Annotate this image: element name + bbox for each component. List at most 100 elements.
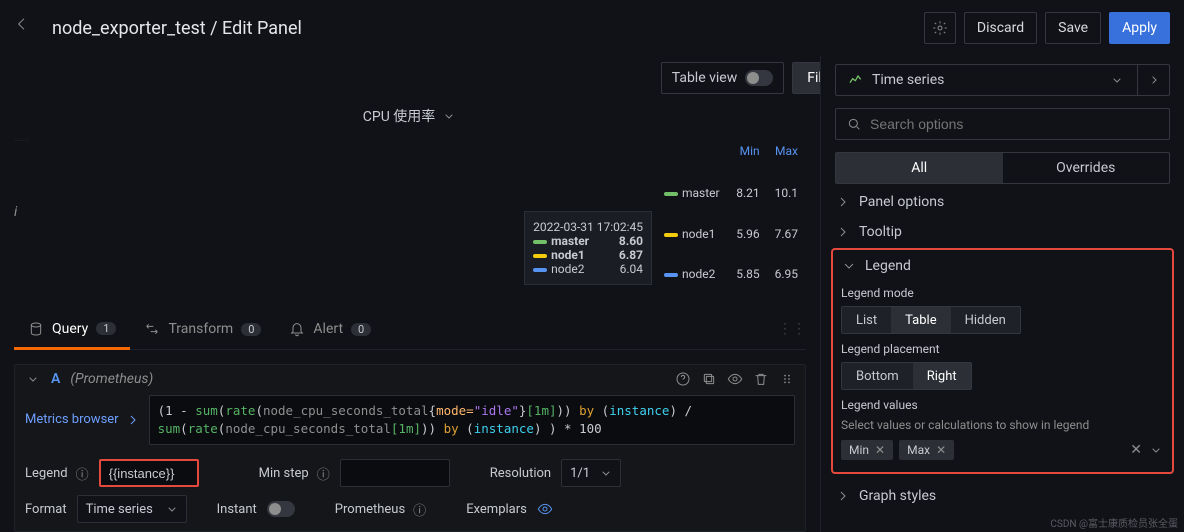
legend-values-select[interactable]: Min ✕ Max ✕ ✕ bbox=[841, 440, 1164, 460]
query-editor: A (Prometheus) Metrics browser (1 - sum(… bbox=[14, 364, 806, 532]
panel-settings-button[interactable] bbox=[924, 12, 956, 44]
breadcrumb: node_exporter_test / Edit Panel bbox=[52, 18, 302, 39]
resolution-field-label: Resolution bbox=[490, 466, 551, 481]
tab-transform[interactable]: Transform0 bbox=[130, 309, 275, 348]
section-tooltip[interactable]: Tooltip bbox=[821, 214, 1184, 244]
panel-resize-handle[interactable]: ⋮⋮ bbox=[778, 309, 806, 348]
svg-text:8: 8 bbox=[14, 139, 15, 140]
legend-placement-right[interactable]: Right bbox=[913, 363, 971, 389]
svg-text:17:00: 17:00 bbox=[26, 141, 28, 142]
legend-placement-label: Legend placement bbox=[841, 342, 1164, 356]
options-search-input[interactable] bbox=[870, 116, 1159, 132]
viz-name-label: Time series bbox=[872, 72, 944, 88]
section-graph-styles[interactable]: Graph styles bbox=[821, 478, 1184, 508]
table-view-label: Table view bbox=[672, 70, 738, 86]
help-icon[interactable] bbox=[675, 371, 691, 387]
instant-switch[interactable] bbox=[267, 501, 295, 517]
query-datasource: (Prometheus) bbox=[70, 371, 153, 387]
legend-col-min[interactable]: Min bbox=[729, 134, 765, 172]
chevron-down-icon[interactable] bbox=[441, 108, 457, 124]
chart-canvas[interactable]: 10 8 6 16:50 16:55 17:00 bbox=[14, 132, 656, 295]
legend-row[interactable]: node25.856.95 bbox=[658, 255, 804, 293]
tooltip-time: 2022-03-31 17:02:45 bbox=[533, 220, 643, 234]
minstep-field-label: Min stepⓘ bbox=[259, 464, 330, 483]
tab-alert[interactable]: Alert0 bbox=[275, 309, 385, 348]
trash-icon[interactable] bbox=[753, 371, 769, 387]
database-icon bbox=[28, 321, 44, 337]
overrides-tab[interactable]: Overrides bbox=[1003, 153, 1170, 183]
eye-icon[interactable] bbox=[537, 501, 553, 517]
eye-icon[interactable] bbox=[727, 371, 743, 387]
chart-legend-table: MinMax master8.2110.1 node15.967.67 node… bbox=[656, 132, 806, 295]
section-panel-options[interactable]: Panel options bbox=[821, 184, 1184, 214]
section-tooltip-label: Tooltip bbox=[859, 224, 902, 240]
drag-handle-icon[interactable] bbox=[779, 371, 795, 387]
legend-mode-list[interactable]: List bbox=[842, 307, 891, 333]
all-overrides-segment: All Overrides bbox=[835, 152, 1170, 184]
apply-button[interactable]: Apply bbox=[1109, 12, 1170, 44]
bottom-tabs: Query1 Transform0 Alert0 ⋮⋮ bbox=[14, 309, 806, 349]
tab-query[interactable]: Query1 bbox=[14, 310, 130, 349]
info-icon[interactable]: ⓘ bbox=[317, 464, 330, 483]
discard-button[interactable]: Discard bbox=[964, 12, 1037, 44]
legend-col-max[interactable]: Max bbox=[768, 134, 804, 172]
timeseries-icon bbox=[848, 72, 864, 88]
legend-value-pill-max[interactable]: Max ✕ bbox=[899, 440, 954, 460]
metrics-browser-button[interactable]: Metrics browser bbox=[25, 412, 141, 428]
chevron-down-icon[interactable] bbox=[1148, 442, 1164, 458]
resolution-select[interactable]: 1/1 bbox=[561, 459, 621, 487]
search-icon bbox=[846, 116, 862, 132]
minstep-input[interactable] bbox=[340, 459, 450, 487]
chevron-down-icon[interactable] bbox=[25, 371, 41, 387]
pill-label: Min bbox=[849, 443, 869, 457]
save-button[interactable]: Save bbox=[1045, 12, 1101, 44]
viz-next-button[interactable] bbox=[1137, 65, 1169, 95]
instant-field-label: Instant bbox=[217, 502, 257, 517]
svg-text:6: 6 bbox=[14, 140, 15, 141]
bell-icon bbox=[289, 321, 305, 337]
exemplars-field-label: Exemplars bbox=[466, 502, 527, 517]
back-arrow[interactable] bbox=[14, 16, 38, 40]
info-icon[interactable]: ⓘ bbox=[413, 500, 426, 519]
legend-mode-hidden[interactable]: Hidden bbox=[951, 307, 1020, 333]
remove-icon[interactable]: ✕ bbox=[875, 443, 885, 457]
pill-label: Max bbox=[907, 443, 930, 457]
chevron-right-icon bbox=[835, 224, 851, 240]
chevron-right-icon bbox=[125, 412, 141, 428]
legend-mode-table[interactable]: Table bbox=[891, 307, 950, 333]
legend-row[interactable]: master8.2110.1 bbox=[658, 174, 804, 212]
clear-all-icon[interactable]: ✕ bbox=[1130, 442, 1142, 458]
legend-section-highlight: Legend Legend mode List Table Hidden Leg… bbox=[831, 248, 1174, 474]
switch-icon bbox=[745, 70, 773, 86]
chart-svg: 10 8 6 16:50 16:55 17:00 bbox=[14, 132, 30, 148]
legend-row[interactable]: node15.967.67 bbox=[658, 215, 804, 253]
chart-tooltip: 2022-03-31 17:02:45 master8.60 node16.87… bbox=[524, 211, 652, 285]
visualization-picker[interactable]: Time series bbox=[835, 64, 1170, 96]
section-graph-styles-label: Graph styles bbox=[859, 488, 936, 504]
legend-mode-segment: List Table Hidden bbox=[841, 306, 1021, 334]
section-legend[interactable]: Legend bbox=[841, 258, 1164, 278]
duplicate-icon[interactable] bbox=[701, 371, 717, 387]
table-view-toggle[interactable]: Table view bbox=[661, 62, 785, 94]
chevron-down-icon bbox=[1109, 72, 1125, 88]
chevron-down-icon bbox=[841, 258, 857, 274]
svg-text:16:50: 16:50 bbox=[16, 141, 18, 142]
legend-value-pill-min[interactable]: Min ✕ bbox=[841, 440, 893, 460]
format-field-label: Format bbox=[25, 502, 67, 517]
chevron-down-icon bbox=[598, 465, 614, 481]
format-select[interactable]: Time series bbox=[77, 495, 187, 523]
legend-values-desc: Select values or calculations to show in… bbox=[841, 418, 1164, 432]
section-panel-options-label: Panel options bbox=[859, 194, 944, 210]
query-ref-id: A bbox=[51, 371, 60, 387]
promql-editor[interactable]: (1 - sum(rate(node_cpu_seconds_total{mod… bbox=[149, 395, 795, 445]
options-search[interactable] bbox=[835, 108, 1170, 140]
legend-values-label: Legend values bbox=[841, 398, 1164, 412]
chevron-right-icon bbox=[835, 488, 851, 504]
legend-placement-bottom[interactable]: Bottom bbox=[842, 363, 913, 389]
chevron-down-icon bbox=[164, 501, 180, 517]
remove-icon[interactable]: ✕ bbox=[936, 443, 946, 457]
info-icon[interactable]: ⓘ bbox=[76, 464, 89, 483]
legend-placement-segment: Bottom Right bbox=[841, 362, 972, 390]
all-tab[interactable]: All bbox=[836, 153, 1003, 183]
legend-format-input[interactable] bbox=[99, 459, 199, 487]
